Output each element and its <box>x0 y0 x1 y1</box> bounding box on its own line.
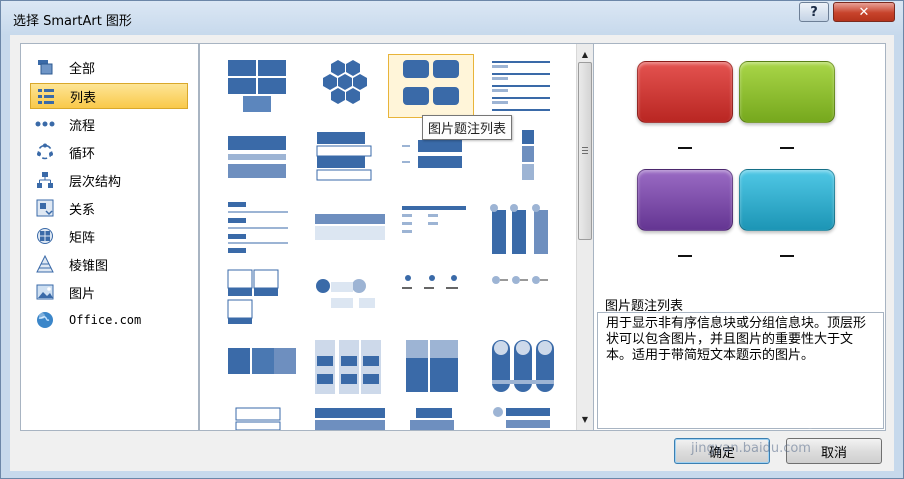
category-item-cycle[interactable]: 循环 <box>30 139 188 165</box>
scroll-down-icon[interactable]: ▼ <box>577 411 593 427</box>
layout-thumbnail[interactable] <box>478 54 564 118</box>
scroll-up-icon[interactable]: ▲ <box>577 46 593 62</box>
category-list: 全部 列表 流程 循环 层次结构 关系 矩阵 棱锥图 图片 Office.com <box>20 43 199 431</box>
category-item-office-com[interactable]: Office.com <box>30 307 188 333</box>
category-label: 关系 <box>69 202 96 218</box>
pyramid-icon <box>35 255 55 273</box>
layout-thumbnail[interactable] <box>388 264 474 328</box>
picture-icon <box>35 283 55 301</box>
layout-thumbnail[interactable] <box>478 402 564 430</box>
layout-thumbnail[interactable] <box>301 126 387 190</box>
layout-thumbnail[interactable] <box>388 402 474 430</box>
layout-thumbnail[interactable] <box>478 334 564 398</box>
category-label: Office.com <box>69 313 142 327</box>
layout-thumbnail[interactable] <box>214 196 300 260</box>
layout-thumbnail-picture-caption-list[interactable] <box>388 54 474 118</box>
layout-tooltip: 图片题注列表 <box>422 115 513 140</box>
all-icon <box>35 58 55 76</box>
category-label: 棱锥图 <box>69 258 109 274</box>
category-item-matrix[interactable]: 矩阵 <box>30 223 188 249</box>
layout-thumbnail[interactable] <box>214 126 300 190</box>
category-item-list[interactable]: 列表 <box>30 83 188 109</box>
category-label: 矩阵 <box>69 230 96 246</box>
caption-placeholder <box>678 255 692 257</box>
preview-shape-green <box>739 61 835 123</box>
scrollbar-thumb[interactable] <box>578 62 592 240</box>
preview-shape-purple <box>637 169 733 231</box>
category-label: 图片 <box>69 286 96 302</box>
layout-gallery: 图片题注列表 ▲ ▼ <box>199 43 594 431</box>
layout-thumbnail[interactable] <box>388 196 474 260</box>
process-icon <box>35 115 55 133</box>
category-item-pyramid[interactable]: 棱锥图 <box>30 251 188 277</box>
layout-thumbnail[interactable] <box>214 264 300 328</box>
category-label: 流程 <box>69 118 96 134</box>
relationship-icon <box>35 199 55 217</box>
watermark-url: jingyan.baidu.com <box>691 441 811 456</box>
hierarchy-icon <box>35 171 55 189</box>
caption-placeholder <box>678 147 692 149</box>
category-item-picture[interactable]: 图片 <box>30 279 188 305</box>
layout-thumbnail[interactable] <box>301 402 387 430</box>
category-item-relationship[interactable]: 关系 <box>30 195 188 221</box>
preview-shape-cyan <box>739 169 835 231</box>
layout-thumbnail[interactable] <box>214 334 300 398</box>
category-label: 循环 <box>69 146 96 162</box>
smartart-dialog: 选择 SmartArt 图形 ? ✕ 全部 列表 流程 循环 层次结构 关系 矩… <box>0 0 904 479</box>
category-item-process[interactable]: 流程 <box>30 111 188 137</box>
layout-thumbnail[interactable] <box>301 196 387 260</box>
title-bar: 选择 SmartArt 图形 ? ✕ <box>1 1 903 35</box>
baidu-watermark: Bai 经验 <box>691 394 838 434</box>
layout-thumbnail[interactable] <box>478 196 564 260</box>
category-label: 全部 <box>69 61 96 77</box>
layout-thumbnail[interactable] <box>214 54 300 118</box>
caption-placeholder <box>780 147 794 149</box>
category-item-all[interactable]: 全部 <box>30 54 188 80</box>
preview-shape-red <box>637 61 733 123</box>
layout-thumbnail[interactable] <box>478 264 564 328</box>
caption-placeholder <box>780 255 794 257</box>
layout-thumbnail[interactable] <box>301 334 387 398</box>
help-button[interactable]: ? <box>799 2 829 22</box>
layout-thumbnail[interactable] <box>214 402 300 431</box>
gallery-scrollbar[interactable]: ▲ ▼ <box>576 44 593 430</box>
category-label: 层次结构 <box>69 174 122 190</box>
layout-thumbnail[interactable] <box>301 54 387 118</box>
category-label: 列表 <box>70 90 97 106</box>
layout-thumbnail[interactable] <box>388 334 474 398</box>
list-icon <box>36 87 56 105</box>
cycle-icon <box>35 143 55 161</box>
close-button[interactable]: ✕ <box>833 2 895 22</box>
dialog-title: 选择 SmartArt 图形 <box>13 14 132 29</box>
layout-thumbnail[interactable] <box>301 264 387 328</box>
category-item-hierarchy[interactable]: 层次结构 <box>30 167 188 193</box>
matrix-icon <box>35 227 55 245</box>
office-com-icon <box>35 311 55 329</box>
preview-pane: 图片题注列表 用于显示非有序信息块或分组信息块。顶层形状可以包含图片，并且图片的… <box>593 43 886 431</box>
